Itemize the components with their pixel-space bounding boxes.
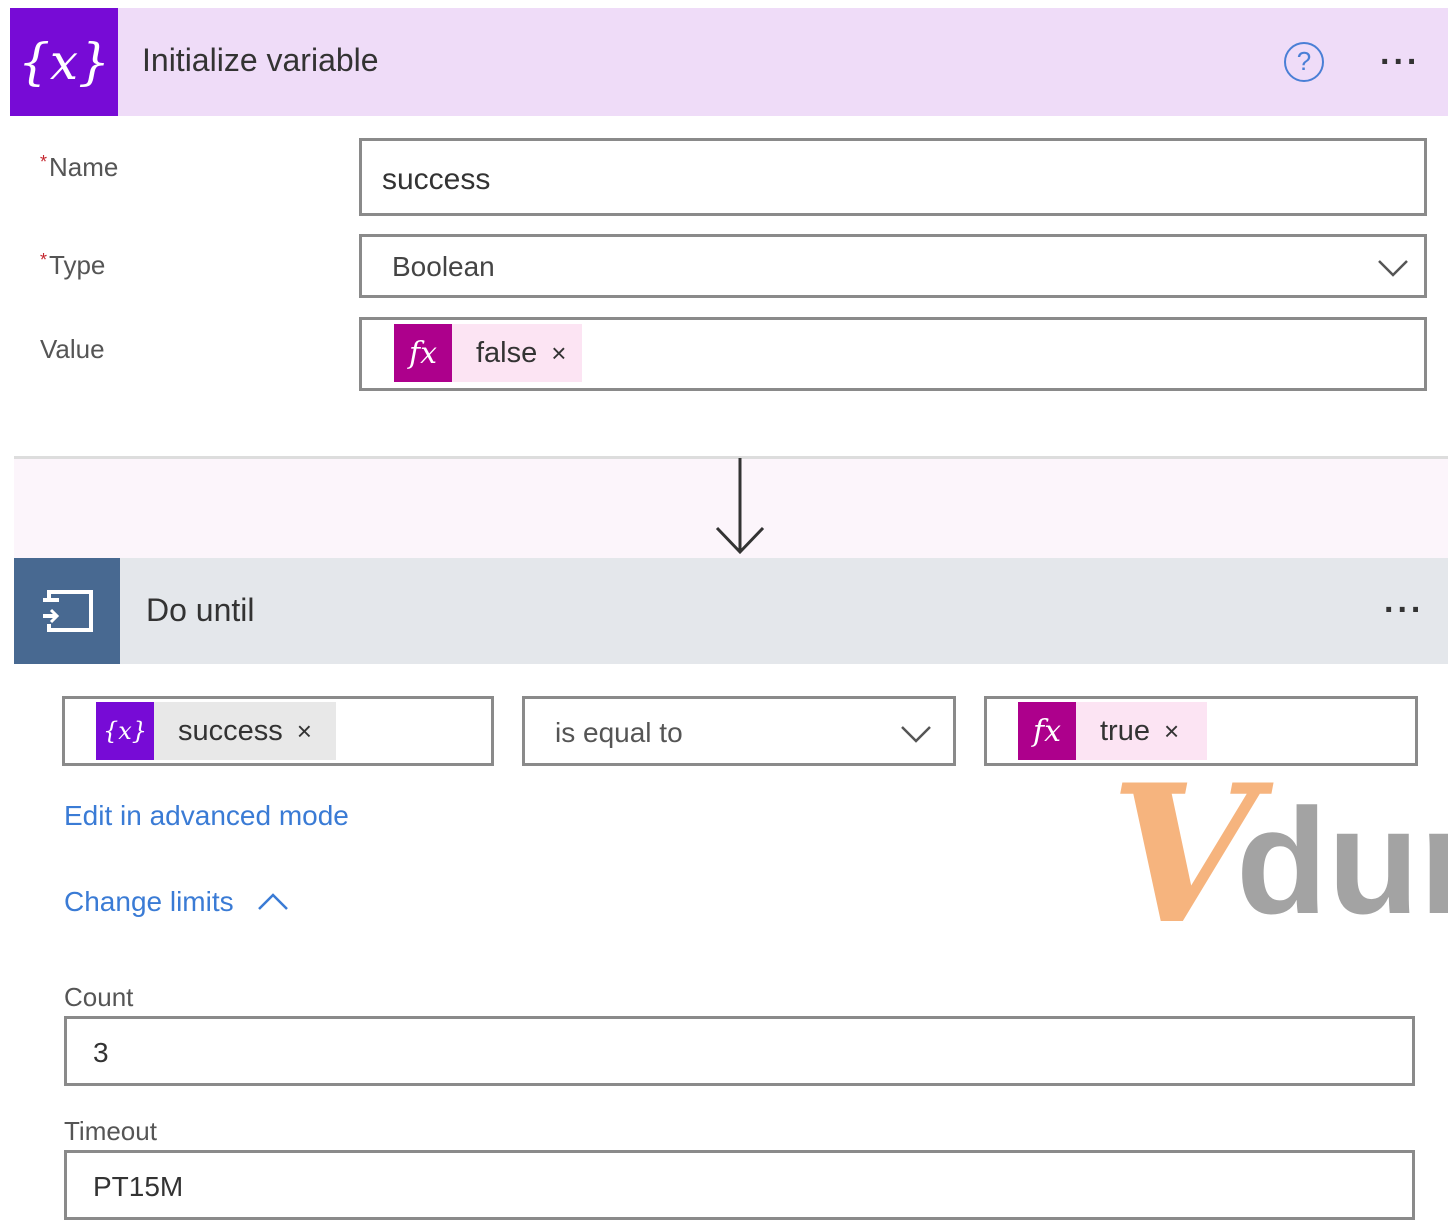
remove-token-icon[interactable]: × — [1164, 716, 1179, 747]
value-token-label: false — [476, 336, 538, 369]
chevron-down-icon — [1378, 260, 1408, 277]
chevron-down-icon — [901, 726, 931, 743]
condition-left-token-label: success — [178, 714, 283, 747]
condition-left-operand[interactable]: {x} success × — [62, 696, 494, 766]
watermark-logo-text: dur — [1236, 777, 1448, 945]
timeout-label: Timeout — [64, 1116, 157, 1146]
count-label: Count — [64, 982, 134, 1012]
required-marker: * — [40, 152, 48, 172]
change-limits-toggle[interactable]: Change limits — [64, 886, 290, 918]
edit-advanced-mode-link[interactable]: Edit in advanced mode — [64, 800, 349, 832]
timeout-input-value: PT15M — [93, 1171, 184, 1202]
timeout-input[interactable]: PT15M — [64, 1150, 1415, 1220]
remove-token-icon[interactable]: × — [551, 338, 566, 369]
count-input[interactable]: 3 — [64, 1016, 1415, 1086]
until-more-options-icon[interactable]: ... — [1384, 582, 1424, 621]
value-input[interactable]: fx false × — [359, 317, 1427, 391]
help-icon[interactable]: ? — [1284, 42, 1324, 82]
type-select-value: Boolean — [392, 251, 495, 282]
variable-icon: {x} — [10, 8, 118, 116]
name-input-value: success — [382, 163, 491, 196]
init-more-options-icon[interactable]: ... — [1380, 34, 1420, 73]
fx-icon: fx — [1018, 702, 1076, 760]
condition-operator-value: is equal to — [555, 717, 683, 748]
value-token[interactable]: fx false × — [394, 324, 583, 382]
condition-left-token[interactable]: {x} success × — [96, 702, 336, 760]
chevron-up-icon — [257, 893, 288, 910]
name-input[interactable]: success — [359, 138, 1427, 216]
loop-icon — [14, 558, 120, 664]
type-label: *Type — [40, 250, 106, 280]
variable-icon: {x} — [96, 702, 154, 760]
type-select[interactable]: Boolean — [359, 234, 1427, 298]
name-label: *Name — [40, 152, 119, 182]
condition-operator-select[interactable]: is equal to — [522, 696, 956, 766]
count-input-value: 3 — [93, 1037, 109, 1068]
required-marker: * — [40, 250, 48, 270]
remove-token-icon[interactable]: × — [297, 716, 312, 747]
do-until-title[interactable]: Do until — [146, 592, 255, 629]
arrow-down-icon — [715, 458, 765, 555]
change-limits-link[interactable]: Change limits — [64, 886, 234, 918]
value-label: Value — [40, 334, 105, 364]
init-variable-title[interactable]: Initialize variable — [142, 42, 379, 79]
fx-icon: fx — [394, 324, 452, 382]
